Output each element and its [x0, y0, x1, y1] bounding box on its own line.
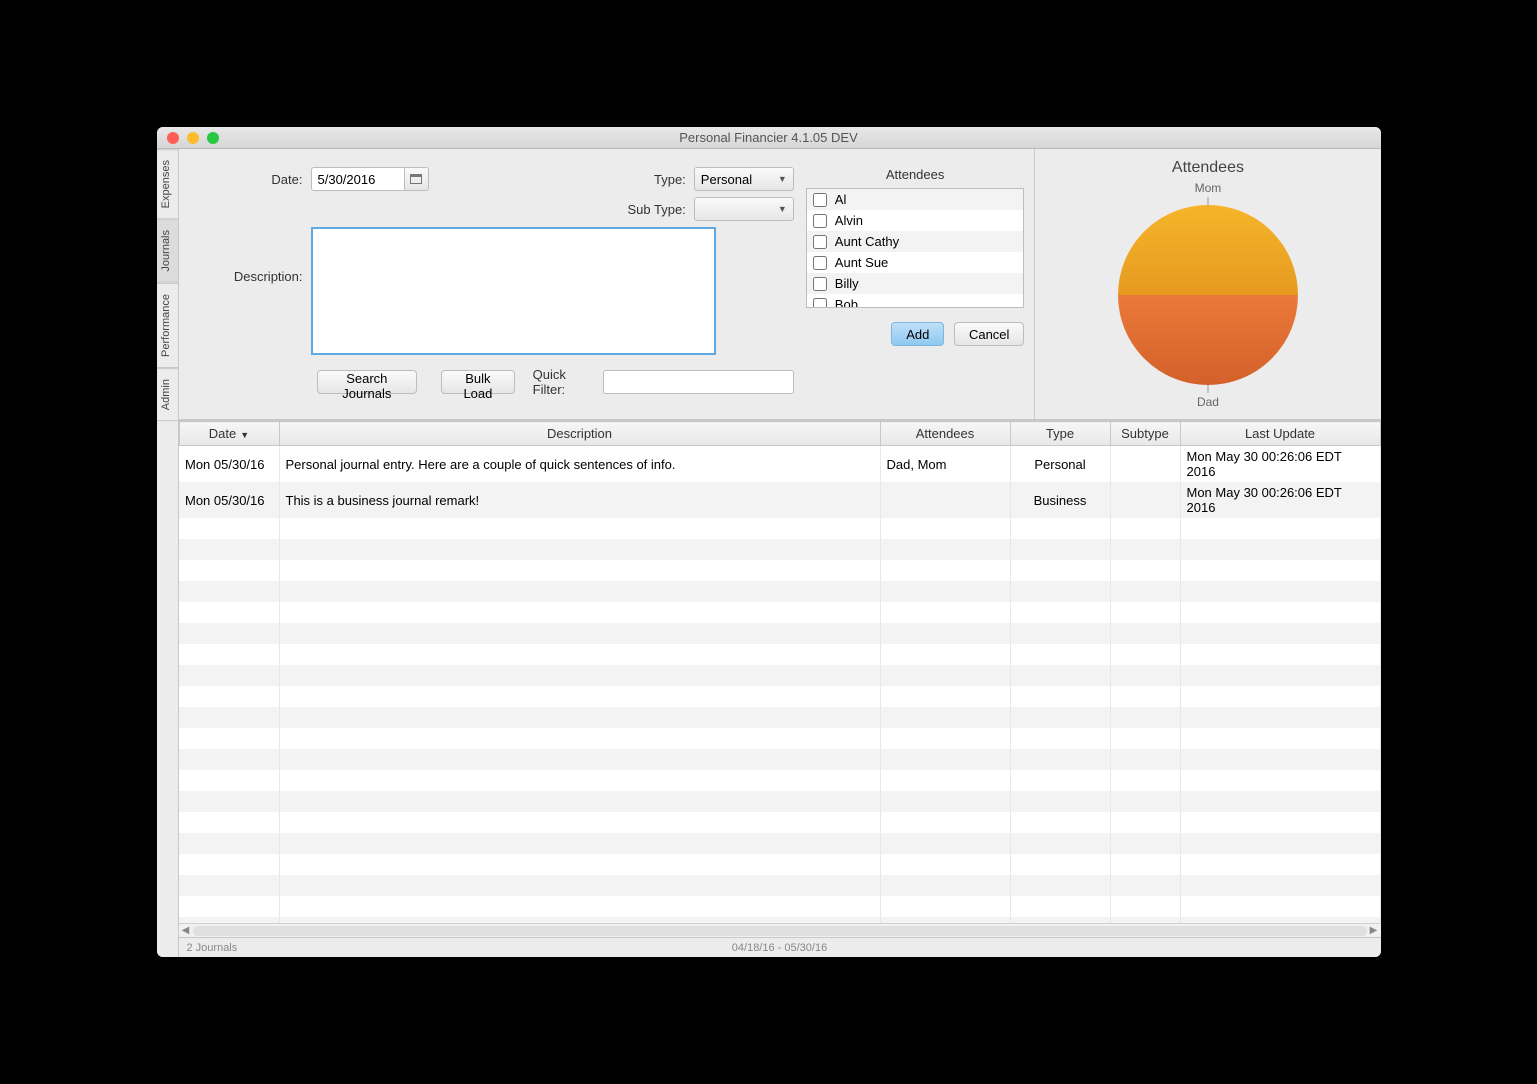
subtype-select[interactable]: ▼	[694, 197, 794, 221]
minimize-window-button[interactable]	[187, 132, 199, 144]
attendee-checkbox[interactable]	[813, 214, 827, 228]
table-row[interactable]	[179, 875, 1380, 896]
attendee-item[interactable]: Alvin	[807, 210, 1024, 231]
table-row[interactable]	[179, 791, 1380, 812]
column-header[interactable]: Type	[1010, 422, 1110, 446]
chart-label-bottom: Dad	[1197, 395, 1219, 409]
column-header[interactable]: Attendees	[880, 422, 1010, 446]
description-label: Description:	[191, 227, 311, 284]
bulk-load-button[interactable]: Bulk Load	[441, 370, 514, 394]
table-row[interactable]	[179, 833, 1380, 854]
table-row[interactable]	[179, 854, 1380, 875]
table-row[interactable]	[179, 602, 1380, 623]
attendee-item[interactable]: Al	[807, 189, 1024, 210]
horizontal-scrollbar[interactable]: ◀ ▶	[179, 923, 1381, 937]
date-picker-button[interactable]	[405, 167, 429, 191]
quick-filter-label: Quick Filter:	[533, 367, 585, 397]
cancel-button[interactable]: Cancel	[954, 322, 1024, 346]
add-button[interactable]: Add	[891, 322, 944, 346]
tab-admin[interactable]: Admin	[157, 368, 178, 421]
table-row[interactable]	[179, 581, 1380, 602]
table-row[interactable]	[179, 560, 1380, 581]
table-row[interactable]	[179, 518, 1380, 539]
status-range: 04/18/16 - 05/30/16	[179, 942, 1381, 954]
attendee-item[interactable]: Aunt Sue	[807, 252, 1024, 273]
date-input[interactable]	[311, 167, 405, 191]
table-row[interactable]	[179, 728, 1380, 749]
chevron-down-icon: ▼	[778, 204, 787, 214]
tab-performance[interactable]: Performance	[157, 283, 178, 368]
attendee-checkbox[interactable]	[813, 256, 827, 270]
column-header[interactable]: Subtype	[1110, 422, 1180, 446]
table-row[interactable]	[179, 665, 1380, 686]
tab-expenses[interactable]: Expenses	[157, 149, 178, 219]
calendar-icon	[410, 174, 422, 184]
titlebar: Personal Financier 4.1.05 DEV	[157, 127, 1381, 149]
status-bar: 2 Journals 04/18/16 - 05/30/16	[179, 937, 1381, 957]
table-row[interactable]: Mon 05/30/16This is a business journal r…	[179, 482, 1380, 518]
zoom-window-button[interactable]	[207, 132, 219, 144]
type-value: Personal	[701, 172, 752, 187]
type-label: Type:	[634, 172, 694, 187]
attendee-checkbox[interactable]	[813, 298, 827, 309]
table-row[interactable]	[179, 539, 1380, 560]
attendee-item[interactable]: Bob	[807, 294, 1024, 308]
attendee-checkbox[interactable]	[813, 193, 827, 207]
quick-filter-input[interactable]	[603, 370, 794, 394]
chart-title: Attendees	[1045, 159, 1370, 177]
attendee-name: Bob	[835, 297, 858, 308]
attendee-checkbox[interactable]	[813, 235, 827, 249]
date-label: Date:	[191, 172, 311, 187]
attendee-item[interactable]: Billy	[807, 273, 1024, 294]
close-window-button[interactable]	[167, 132, 179, 144]
side-tabs: Expenses Journals Performance Admin	[157, 149, 179, 957]
sort-desc-icon: ▼	[240, 430, 249, 440]
table-row[interactable]	[179, 644, 1380, 665]
attendee-name: Aunt Sue	[835, 255, 889, 270]
attendee-name: Al	[835, 192, 847, 207]
attendees-list[interactable]: Al Alvin Aunt Cathy Aunt Sue Billy Bob	[806, 188, 1025, 308]
table-row[interactable]	[179, 812, 1380, 833]
column-header[interactable]: Description	[279, 422, 880, 446]
journals-grid[interactable]: Date▼DescriptionAttendeesTypeSubtypeLast…	[179, 420, 1381, 923]
search-journals-button[interactable]: Search Journals	[317, 370, 418, 394]
type-select[interactable]: Personal ▼	[694, 167, 794, 191]
table-row[interactable]	[179, 770, 1380, 791]
chart-label-top: Mom	[1195, 181, 1222, 195]
attendee-name: Alvin	[835, 213, 863, 228]
attendee-name: Billy	[835, 276, 859, 291]
table-row[interactable]	[179, 707, 1380, 728]
subtype-label: Sub Type:	[614, 202, 694, 217]
table-row[interactable]	[179, 749, 1380, 770]
scroll-left-icon[interactable]: ◀	[179, 925, 193, 936]
tab-journals[interactable]: Journals	[157, 219, 178, 283]
attendee-checkbox[interactable]	[813, 277, 827, 291]
table-row[interactable]: Mon 05/30/16Personal journal entry. Here…	[179, 446, 1380, 483]
app-window: Personal Financier 4.1.05 DEV Expenses J…	[157, 127, 1381, 957]
scroll-right-icon[interactable]: ▶	[1367, 925, 1381, 936]
window-title: Personal Financier 4.1.05 DEV	[157, 130, 1381, 145]
attendees-pie-chart	[1108, 195, 1308, 395]
attendee-name: Aunt Cathy	[835, 234, 899, 249]
description-textarea[interactable]	[311, 227, 716, 355]
table-row[interactable]	[179, 686, 1380, 707]
attendees-label: Attendees	[806, 167, 1025, 182]
table-row[interactable]	[179, 896, 1380, 917]
attendee-item[interactable]: Aunt Cathy	[807, 231, 1024, 252]
column-header[interactable]: Date▼	[179, 422, 279, 446]
column-header[interactable]: Last Update	[1180, 422, 1380, 446]
table-row[interactable]	[179, 623, 1380, 644]
chevron-down-icon: ▼	[778, 174, 787, 184]
